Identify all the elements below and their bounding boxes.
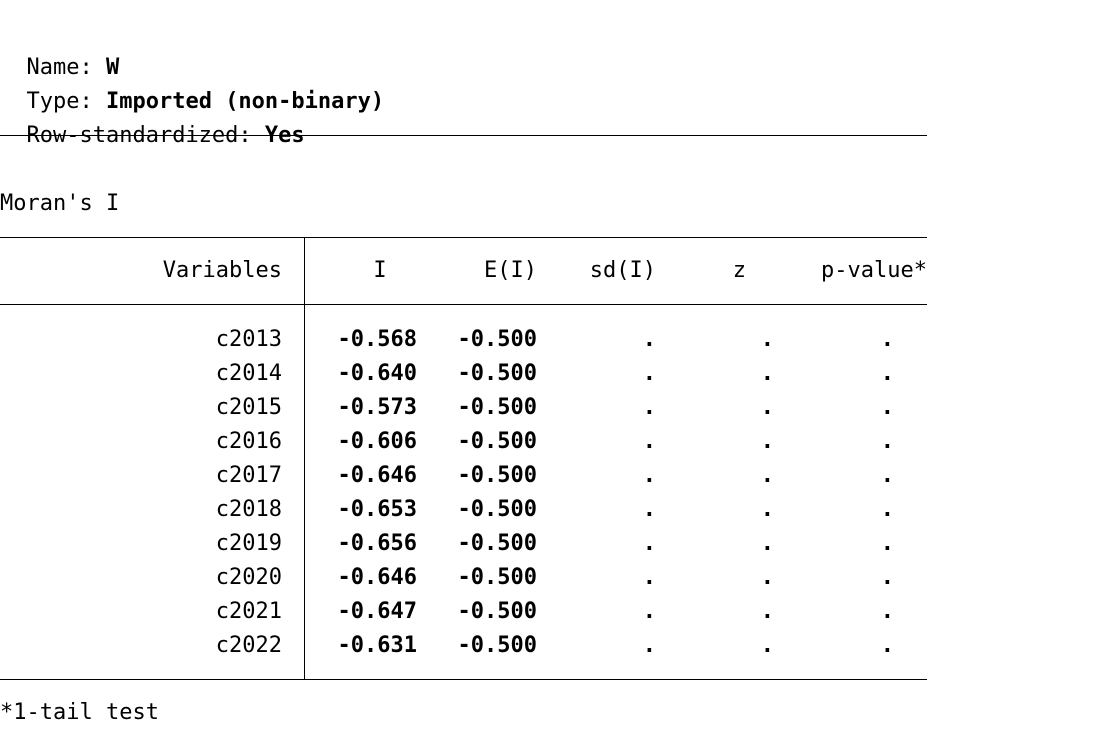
cell-pvalue: . bbox=[880, 463, 894, 488]
col-header-ei: E(I) bbox=[484, 258, 537, 283]
cell-ei: -0.500 bbox=[457, 361, 537, 386]
cell-z: . bbox=[760, 395, 774, 420]
cell-i: -0.646 bbox=[337, 565, 417, 590]
cell-ei: -0.500 bbox=[457, 429, 537, 454]
cell-sd: . bbox=[642, 633, 656, 658]
cell-sd: . bbox=[642, 463, 656, 488]
cell-z: . bbox=[760, 633, 774, 658]
cell-z: . bbox=[760, 531, 774, 556]
cell-pvalue: . bbox=[880, 565, 894, 590]
cell-z: . bbox=[760, 429, 774, 454]
cell-i: -0.631 bbox=[337, 633, 417, 658]
cell-variable: c2015 bbox=[215, 395, 282, 420]
cell-sd: . bbox=[642, 395, 656, 420]
cell-z: . bbox=[760, 361, 774, 386]
cell-variable: c2014 bbox=[215, 361, 282, 386]
col-header-variables: Variables bbox=[162, 258, 282, 283]
cell-sd: . bbox=[642, 497, 656, 522]
cell-pvalue: . bbox=[880, 395, 894, 420]
cell-pvalue: . bbox=[880, 599, 894, 624]
cell-variable: c2016 bbox=[215, 429, 282, 454]
cell-sd: . bbox=[642, 429, 656, 454]
cell-z: . bbox=[760, 463, 774, 488]
cell-ei: -0.500 bbox=[457, 395, 537, 420]
cell-i: -0.653 bbox=[337, 497, 417, 522]
table-bottom-rule bbox=[0, 679, 927, 680]
cell-variable: c2013 bbox=[215, 327, 282, 352]
cell-ei: -0.500 bbox=[457, 633, 537, 658]
cell-i: -0.568 bbox=[337, 327, 417, 352]
cell-i: -0.646 bbox=[337, 463, 417, 488]
cell-i: -0.656 bbox=[337, 531, 417, 556]
cell-z: . bbox=[760, 497, 774, 522]
cell-i: -0.640 bbox=[337, 361, 417, 386]
cell-ei: -0.500 bbox=[457, 599, 537, 624]
table-top-rule bbox=[0, 237, 927, 238]
cell-variable: c2018 bbox=[215, 497, 282, 522]
header-divider bbox=[0, 135, 927, 136]
cell-sd: . bbox=[642, 599, 656, 624]
cell-z: . bbox=[760, 565, 774, 590]
cell-variable: c2020 bbox=[215, 565, 282, 590]
cell-ei: -0.500 bbox=[457, 327, 537, 352]
cell-variable: c2017 bbox=[215, 463, 282, 488]
cell-sd: . bbox=[642, 531, 656, 556]
row-standardized-line: Row-standardized: Yes bbox=[0, 85, 305, 148]
cell-pvalue: . bbox=[880, 531, 894, 556]
cell-i: -0.606 bbox=[337, 429, 417, 454]
cell-variable: c2022 bbox=[215, 633, 282, 658]
cell-ei: -0.500 bbox=[457, 463, 537, 488]
col-header-i: I bbox=[373, 258, 387, 283]
col-header-z: z bbox=[732, 258, 746, 283]
cell-i: -0.647 bbox=[337, 599, 417, 624]
cell-pvalue: . bbox=[880, 429, 894, 454]
cell-sd: . bbox=[642, 361, 656, 386]
cell-z: . bbox=[760, 327, 774, 352]
cell-sd: . bbox=[642, 565, 656, 590]
cell-ei: -0.500 bbox=[457, 565, 537, 590]
cell-i: -0.573 bbox=[337, 395, 417, 420]
table-header-rule bbox=[0, 304, 927, 305]
name-line: Name: W bbox=[0, 17, 120, 80]
table-vertical-rule bbox=[304, 237, 305, 680]
cell-pvalue: . bbox=[880, 633, 894, 658]
cell-ei: -0.500 bbox=[457, 497, 537, 522]
col-header-sd: sd(I) bbox=[589, 258, 656, 283]
cell-pvalue: . bbox=[880, 497, 894, 522]
footnote: *1-tail test bbox=[0, 700, 159, 725]
type-line: Type: Imported (non-binary) bbox=[0, 51, 385, 114]
col-header-pvalue: p-value* bbox=[821, 258, 927, 283]
cell-z: . bbox=[760, 599, 774, 624]
cell-pvalue: . bbox=[880, 327, 894, 352]
cell-variable: c2019 bbox=[215, 531, 282, 556]
cell-sd: . bbox=[642, 327, 656, 352]
cell-variable: c2021 bbox=[215, 599, 282, 624]
section-title: Moran's I bbox=[0, 191, 120, 216]
cell-ei: -0.500 bbox=[457, 531, 537, 556]
cell-pvalue: . bbox=[880, 361, 894, 386]
